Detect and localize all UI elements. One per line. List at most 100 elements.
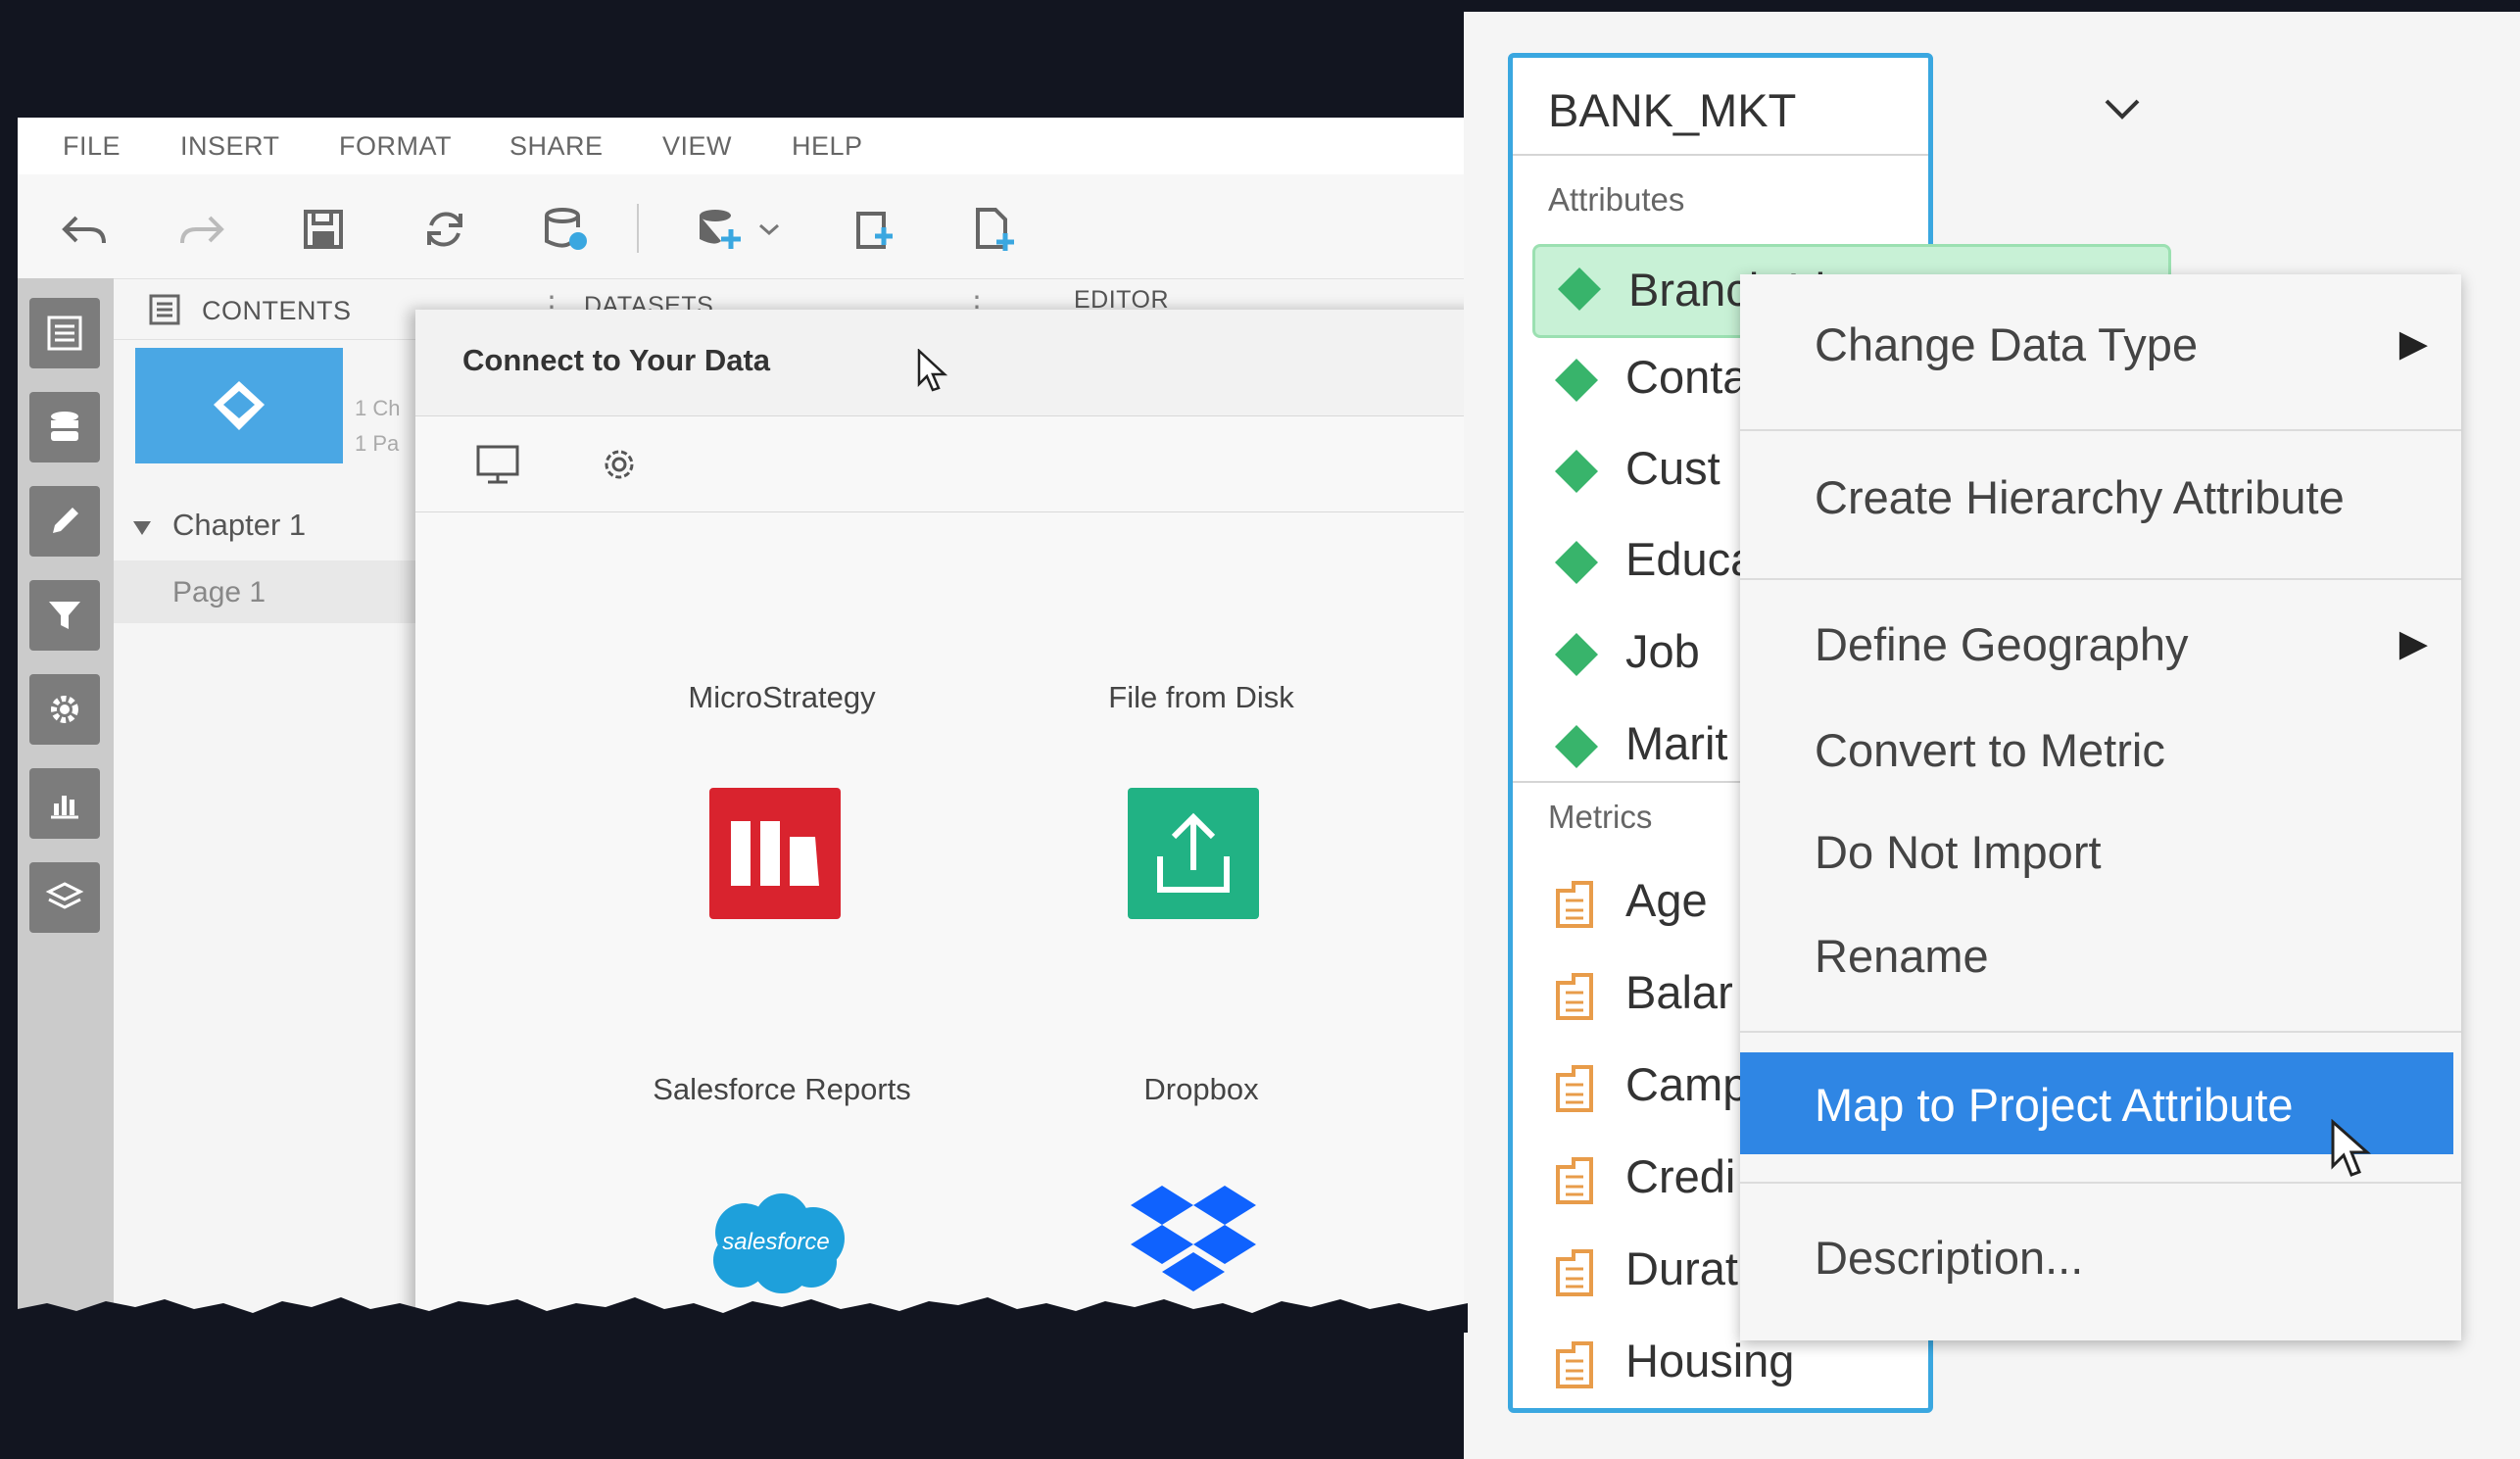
menu-do-not-import[interactable]: Do Not Import [1740, 800, 2461, 901]
attribute-diamond-icon [1555, 359, 1598, 402]
menu-item-label: Do Not Import [1815, 826, 2102, 878]
pencil-icon [53, 508, 78, 533]
menu-item-label: Description... [1815, 1232, 2084, 1284]
file-from-disk-button[interactable] [1128, 788, 1259, 919]
context-menu: Change Data Type ▶ Create Hierarchy Attr… [1740, 274, 2461, 1340]
attribute-diamond-icon [1558, 267, 1601, 311]
dataset-info-icon[interactable] [541, 204, 592, 255]
menu-change-data-type[interactable]: Change Data Type ▶ [1740, 292, 2461, 394]
attribute-label: Cust [1625, 442, 1720, 494]
visualization-panel-button[interactable] [29, 768, 100, 839]
undo-icon[interactable] [59, 204, 110, 255]
attribute-label: Conta [1625, 351, 1749, 403]
mouse-cursor-icon [2331, 1119, 2371, 1177]
attribute-label: Educa [1625, 533, 1757, 585]
attribute-label: Job [1625, 625, 1700, 677]
menu-item-label: Map to Project Attribute [1815, 1079, 2294, 1131]
page-row[interactable] [114, 560, 429, 623]
save-icon[interactable] [298, 204, 349, 255]
menu-help[interactable]: HELP [792, 131, 863, 162]
menu-insert[interactable]: INSERT [180, 131, 280, 162]
chevron-down-icon[interactable] [754, 204, 784, 255]
menu-share[interactable]: SHARE [509, 131, 604, 162]
refresh-icon[interactable] [419, 204, 470, 255]
contents-panel-button[interactable] [29, 298, 100, 368]
toolbar-divider [637, 204, 639, 253]
metrics-section-label: Metrics [1548, 799, 1653, 835]
metric-label: Credi [1625, 1150, 1736, 1202]
list-icon [47, 316, 82, 351]
menu-item-label: Create Hierarchy Attribute [1815, 471, 2345, 523]
menu-create-hierarchy-attribute[interactable]: Create Hierarchy Attribute [1740, 445, 2461, 547]
metric-icon [1556, 1249, 1593, 1296]
salesforce-logo-text: salesforce [722, 1229, 830, 1255]
chapter-title[interactable]: Chapter 1 [172, 508, 306, 543]
connect-data-dialog: Connect to Your Data MicroStrategy File … [415, 310, 1464, 1313]
filter-icon [49, 602, 80, 629]
thumb-chapter-count: 1 Ch [355, 396, 401, 420]
menu-rename[interactable]: Rename [1740, 903, 2461, 1005]
metric-icon [1556, 1341, 1593, 1388]
attribute-label: Marit [1625, 717, 1728, 769]
menu-description[interactable]: Description... [1740, 1205, 2461, 1307]
thumb-page-count: 1 Pa [355, 431, 400, 456]
menu-separator [1740, 578, 2461, 580]
microstrategy-icon [731, 821, 819, 886]
dialog-tabs [415, 415, 1464, 512]
paste-page-icon[interactable] [848, 204, 899, 255]
caret-down-icon[interactable] [131, 519, 153, 537]
list-icon [149, 294, 180, 325]
torn-edge-decoration [18, 1297, 1468, 1333]
datasets-panel-button[interactable] [29, 392, 100, 462]
metric-label: Camp [1625, 1058, 1749, 1110]
database-icon [51, 412, 78, 441]
menu-view[interactable]: VIEW [662, 131, 732, 162]
mouse-cursor-icon [917, 349, 948, 392]
page-title[interactable]: Page 1 [172, 576, 266, 609]
submenu-arrow-icon: ▶ [2399, 323, 2428, 365]
chevron-down-icon[interactable] [2101, 93, 2144, 122]
monitor-icon[interactable] [474, 441, 521, 488]
new-page-icon[interactable] [968, 204, 1019, 255]
menu-item-label: Convert to Metric [1815, 724, 2165, 776]
menu-item-label: Define Geography [1815, 618, 2189, 670]
menu-file[interactable]: FILE [63, 131, 121, 162]
filter-panel-button[interactable] [29, 580, 100, 651]
format-panel-button[interactable] [29, 674, 100, 745]
dataset-panel: BANK_MKT Attributes Branch Id Conta Cust… [1464, 12, 2520, 1459]
layers-panel-button[interactable] [29, 862, 100, 933]
menu-separator [1740, 1031, 2461, 1033]
editor-panel-button[interactable] [29, 486, 100, 557]
metric-label: Balar [1625, 966, 1733, 1018]
dossier-logo-icon [214, 381, 265, 430]
attribute-diamond-icon [1555, 633, 1598, 676]
source-label-microstrategy: MicroStrategy [688, 680, 876, 714]
metric-label: Durat [1625, 1242, 1738, 1294]
metric-label: Housing [1625, 1335, 1795, 1386]
source-label-dropbox: Dropbox [1143, 1072, 1259, 1106]
menu-convert-to-metric[interactable]: Convert to Metric [1740, 698, 2461, 800]
menu-separator [1740, 429, 2461, 431]
settings-gear-icon[interactable] [596, 441, 643, 488]
toolbar [18, 174, 1464, 279]
gear-icon [51, 696, 78, 723]
dialog-title: Connect to Your Data [462, 343, 771, 377]
dataset-header[interactable]: BANK_MKT [1513, 58, 2140, 156]
redo-icon[interactable] [176, 204, 227, 255]
page-thumbnail[interactable] [135, 348, 343, 463]
metric-icon [1556, 1065, 1593, 1112]
microstrategy-button[interactable] [709, 788, 841, 919]
menu-define-geography[interactable]: Define Geography ▶ [1740, 592, 2461, 694]
dataset-title: BANK_MKT [1548, 84, 1797, 136]
attribute-diamond-icon [1555, 450, 1598, 493]
metric-label: Age [1625, 874, 1708, 926]
contents-label: CONTENTS [202, 296, 352, 325]
menu-format[interactable]: FORMAT [339, 131, 452, 162]
bar-chart-icon [51, 796, 78, 819]
menu-bar: FILE INSERT FORMAT SHARE VIEW HELP [18, 118, 1464, 175]
attributes-section-label: Attributes [1548, 181, 1685, 218]
add-dataset-icon[interactable] [694, 204, 745, 255]
menu-item-label: Change Data Type [1815, 318, 2199, 370]
metric-icon [1556, 973, 1593, 1020]
source-label-salesforce: Salesforce Reports [653, 1072, 911, 1106]
